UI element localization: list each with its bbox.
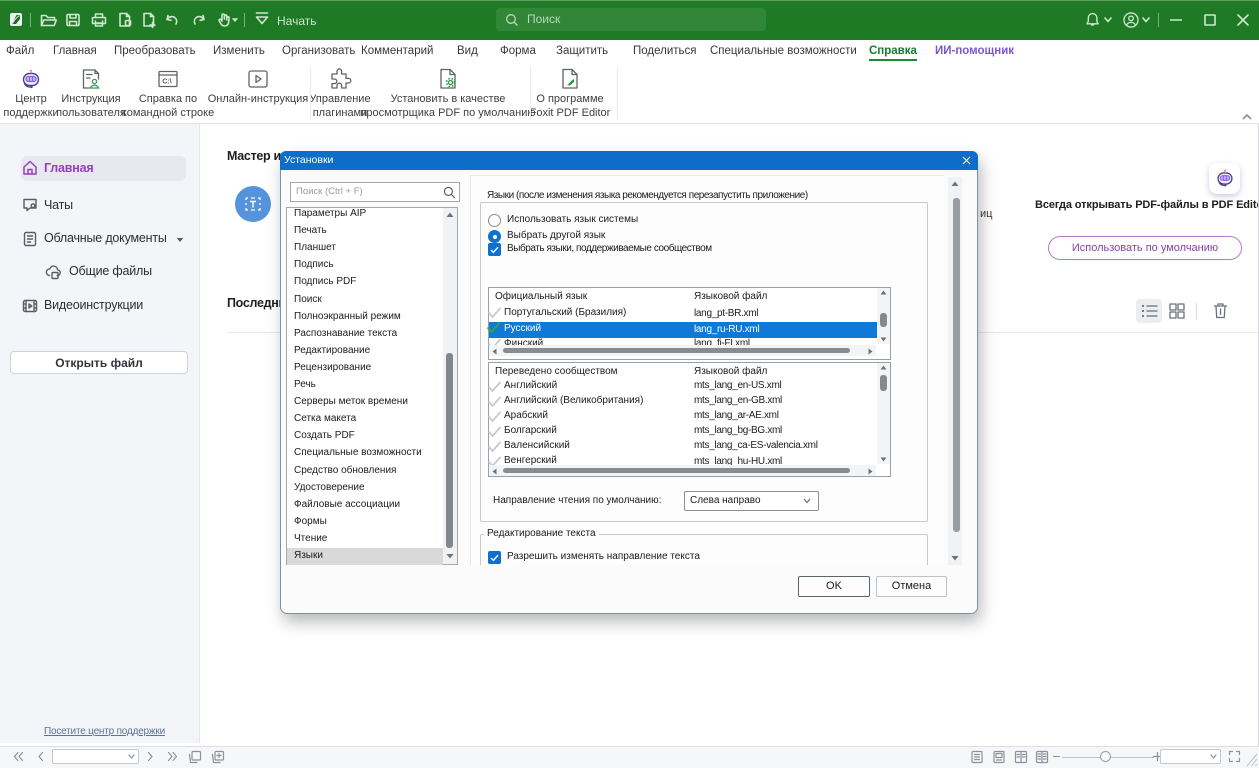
svg-text:C:\: C:\ xyxy=(162,79,171,86)
